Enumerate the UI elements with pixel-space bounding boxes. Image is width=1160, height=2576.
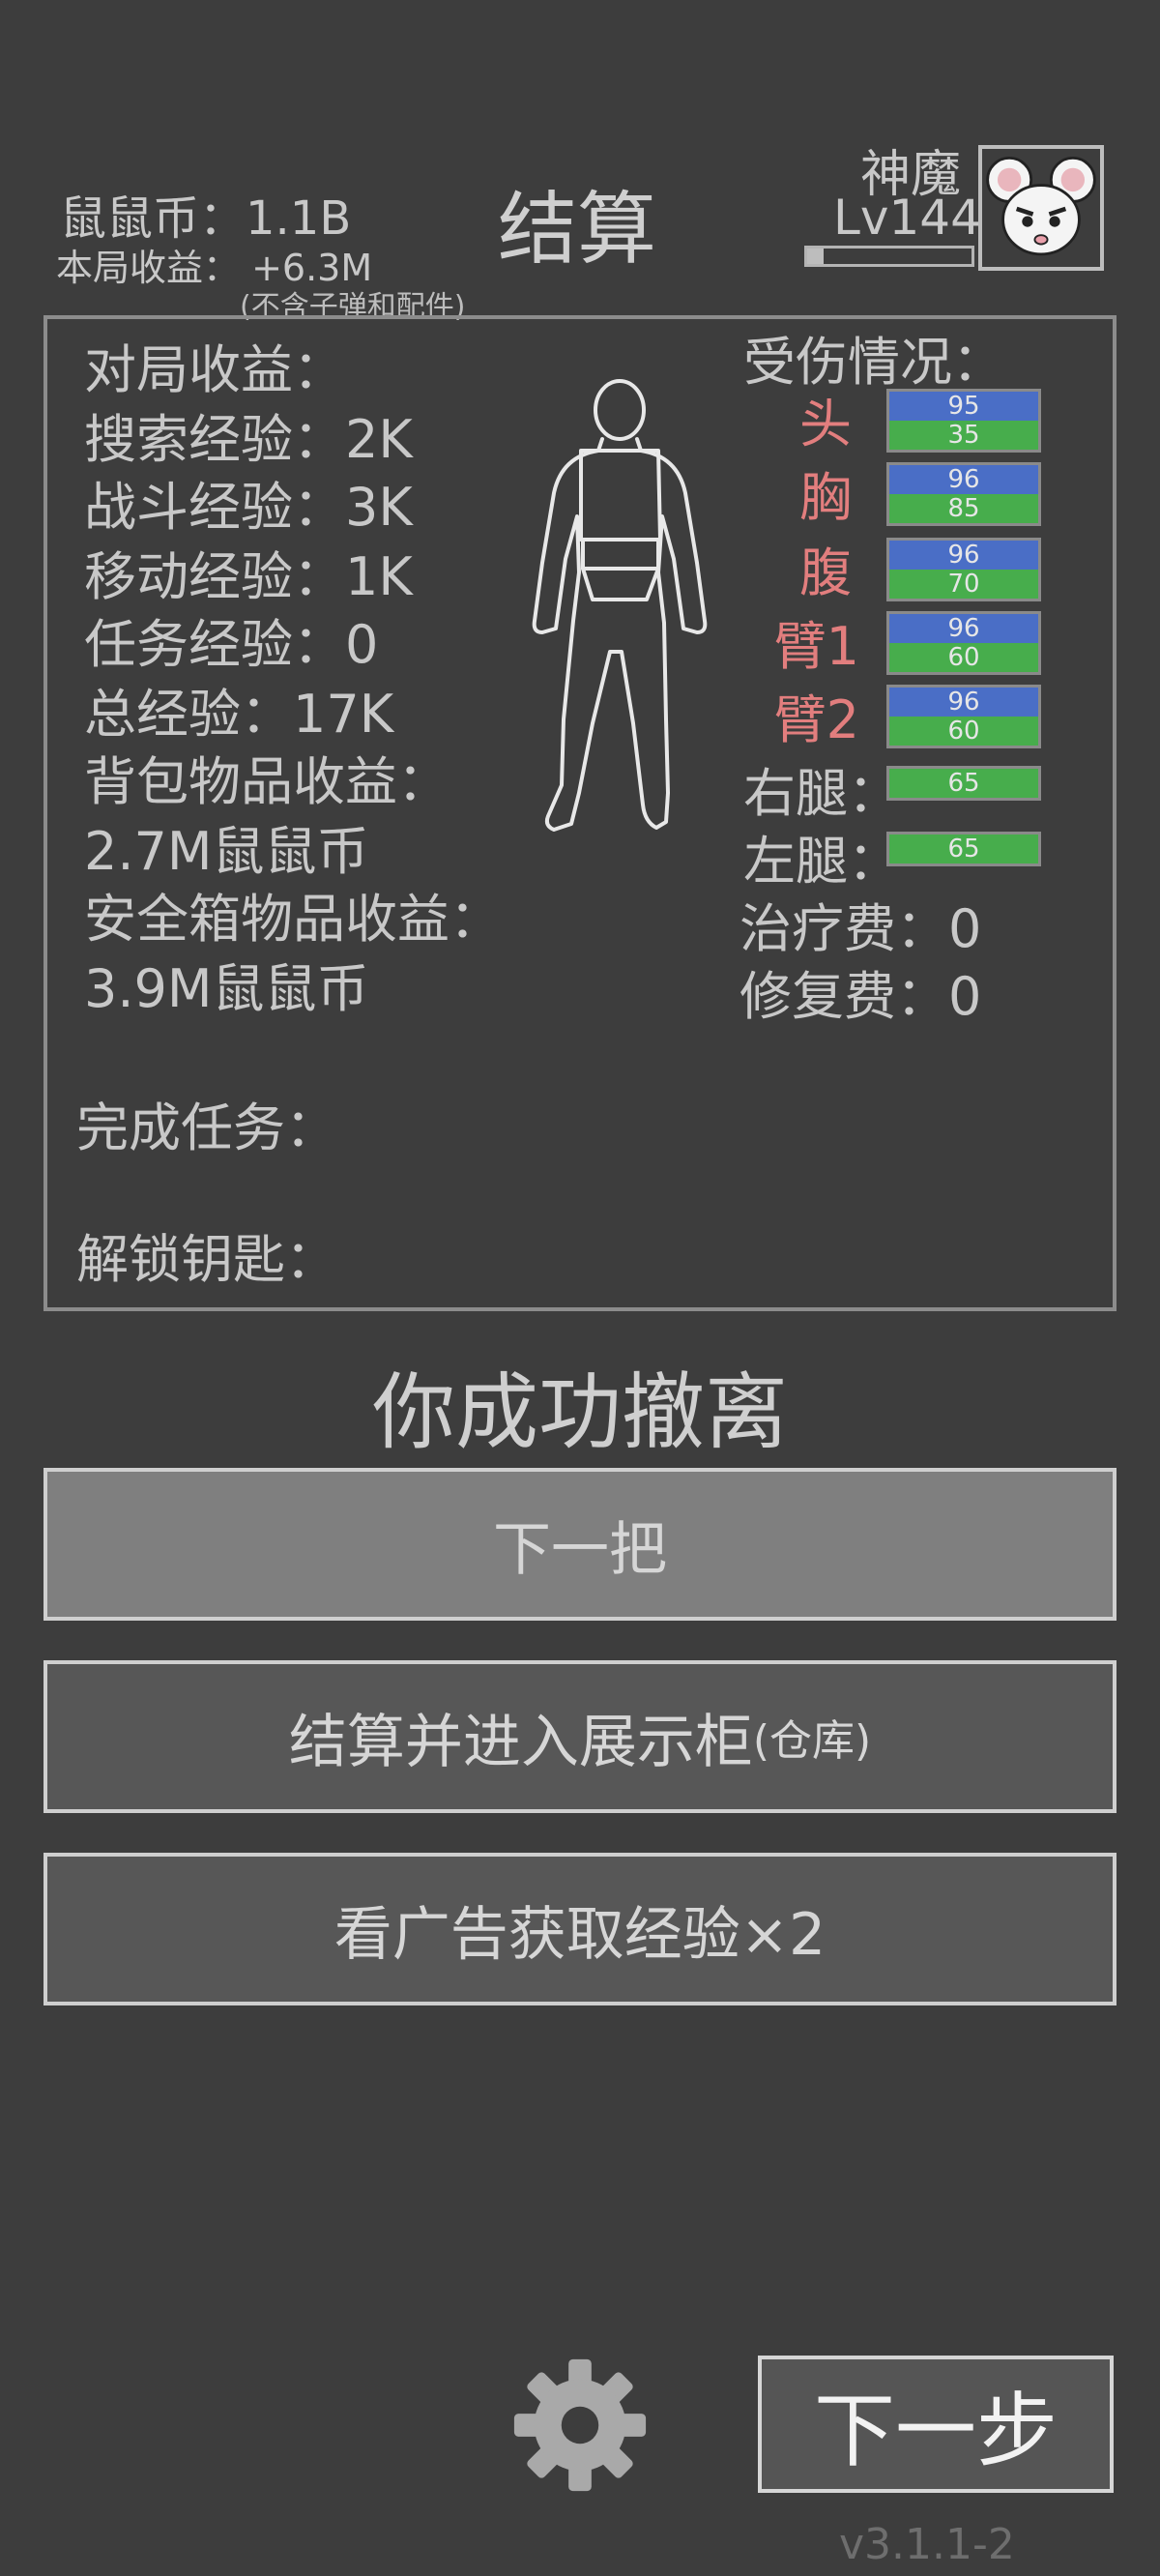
hp-bar-arm2: 96 60	[886, 685, 1041, 748]
settle-sublabel: (仓库)	[752, 1716, 872, 1766]
injury-title: 受伤情况：	[743, 332, 1004, 393]
stat-match-income: 对局收益：	[84, 339, 345, 400]
part-label-left-leg: 左腿：	[743, 831, 900, 892]
stat-move-exp: 移动经验：1K	[84, 546, 413, 607]
unlocked-keys-label: 解锁钥匙：	[76, 1229, 337, 1290]
health-value: 60	[889, 717, 1038, 746]
part-label-head: 头	[799, 394, 852, 454]
health-value: 65	[889, 769, 1038, 798]
armor-value: 96	[889, 465, 1038, 494]
body-figure-icon	[532, 379, 708, 832]
part-label-chest: 胸	[799, 467, 852, 528]
hp-bar-abdomen: 96 70	[886, 538, 1041, 601]
stat-safebox-income-value: 3.9M鼠鼠币	[84, 958, 369, 1019]
next-step-button[interactable]: 下一步	[758, 2356, 1114, 2493]
hp-bar-left-leg: 65	[886, 832, 1041, 866]
player-level: Lv144	[833, 190, 981, 246]
repair-cost: 修复费：0	[740, 966, 982, 1027]
hp-bar-arm1: 96 60	[886, 611, 1041, 675]
page-title: 结算	[498, 184, 657, 276]
part-label-right-leg: 右腿：	[743, 763, 900, 824]
hp-bar-right-leg: 65	[886, 766, 1041, 801]
version-label: v3.1.1-2	[839, 2520, 1015, 2569]
stat-safebox-income-label: 安全箱物品收益：	[84, 889, 502, 950]
next-round-label: 下一把	[493, 1515, 667, 1584]
gear-icon	[513, 2358, 647, 2492]
health-value: 65	[889, 834, 1038, 864]
mouse-avatar-icon	[986, 156, 1096, 256]
heal-cost: 治疗费：0	[740, 898, 982, 959]
health-value: 35	[889, 421, 1038, 450]
completed-quests-label: 完成任务：	[76, 1098, 337, 1158]
settle-label: 结算并进入展示柜	[288, 1708, 753, 1776]
extraction-result: 你成功撤离	[372, 1364, 788, 1461]
stat-combat-exp: 战斗经验：3K	[84, 477, 413, 538]
hp-bar-chest: 96 85	[886, 462, 1041, 526]
health-value: 85	[889, 494, 1038, 523]
armor-value: 96	[889, 541, 1038, 570]
xp-progress-bar	[804, 246, 974, 267]
stat-total-exp: 总经验：17K	[84, 684, 394, 745]
watch-ad-label: 看广告获取经验×2	[334, 1900, 826, 1969]
armor-value: 96	[889, 614, 1038, 643]
part-label-abdomen: 腹	[799, 542, 852, 603]
stat-quest-exp: 任务经验：0	[84, 614, 379, 675]
stat-backpack-income-value: 2.7M鼠鼠币	[84, 821, 369, 882]
armor-value: 95	[889, 392, 1038, 421]
stat-backpack-income-label: 背包物品收益：	[84, 751, 450, 812]
armor-value: 96	[889, 688, 1038, 717]
next-step-label: 下一步	[813, 2383, 1058, 2478]
settle-and-showcase-button[interactable]: 结算并进入展示柜 (仓库)	[44, 1660, 1116, 1813]
avatar[interactable]	[978, 145, 1104, 271]
settings-button[interactable]	[508, 2354, 652, 2497]
stat-search-exp: 搜索经验：2K	[84, 409, 413, 470]
settlement-panel: 对局收益： 搜索经验：2K 战斗经验：3K 移动经验：1K 任务经验：0 总经验…	[44, 315, 1116, 1311]
part-label-arm2: 臂2	[773, 689, 859, 750]
health-value: 60	[889, 643, 1038, 672]
health-value: 70	[889, 570, 1038, 599]
part-label-arm1: 臂1	[773, 616, 859, 677]
watch-ad-double-exp-button[interactable]: 看广告获取经验×2	[44, 1853, 1116, 2005]
next-round-button[interactable]: 下一把	[44, 1468, 1116, 1621]
hp-bar-head: 95 35	[886, 389, 1041, 453]
xp-progress-fill	[807, 249, 824, 264]
